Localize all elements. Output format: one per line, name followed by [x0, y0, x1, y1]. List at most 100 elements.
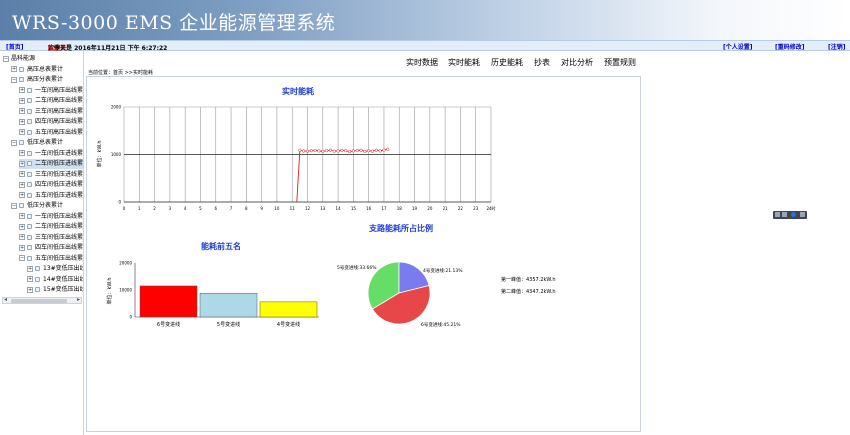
tree-item[interactable]: + 一车间高压出线累计	[19, 86, 83, 96]
tree-item[interactable]: − 低压总表累计	[11, 138, 63, 148]
tree-item[interactable]: + 四车间高压出线累计	[19, 117, 83, 127]
menu-realtime-energy[interactable]: 实时能耗	[448, 57, 480, 68]
personal-settings-link[interactable]: [个人设置]	[723, 42, 753, 51]
meter-node-icon	[27, 213, 32, 219]
menu-compare-analysis[interactable]: 对比分析	[561, 57, 593, 68]
tree-item[interactable]: − 晶科能源	[3, 54, 35, 64]
expand-icon[interactable]: +	[19, 118, 25, 125]
expand-icon[interactable]: +	[27, 276, 33, 282]
x-tick-label: 1	[138, 206, 141, 211]
tree-item[interactable]: + 一车间低压出线累计	[19, 212, 83, 222]
pie-slice-label: 5号变进线:33.66%	[337, 264, 377, 271]
x-tick-label: 7	[230, 206, 233, 211]
control-button-icon[interactable]	[800, 212, 805, 217]
tree-item-label: 三车间低压进线累计	[35, 170, 84, 178]
menu-realtime-data[interactable]: 实时数据	[406, 57, 438, 68]
tree-item[interactable]: +14#变低压出线累	[27, 275, 83, 285]
bar	[199, 292, 258, 318]
meter-node-icon	[19, 66, 24, 72]
expand-icon[interactable]: +	[27, 265, 33, 272]
tree-item[interactable]: − 五车间低压出线累计	[19, 254, 83, 264]
tree-item[interactable]: + 二车间高压出线累计	[19, 96, 83, 106]
help-icon[interactable]	[791, 212, 796, 217]
collapse-icon[interactable]: −	[19, 255, 25, 261]
meter-node-icon	[35, 276, 40, 282]
expand-icon[interactable]: +	[19, 171, 25, 177]
energy-data-point	[374, 148, 378, 152]
tree-item[interactable]: + 四车间低压进线累计	[19, 180, 84, 190]
tree-item[interactable]: + 二车间低压出线累计	[19, 222, 83, 232]
energy-data-point	[332, 149, 336, 153]
meter-node-icon	[27, 182, 32, 187]
expand-icon[interactable]: +	[19, 97, 25, 104]
tree-item[interactable]: + 高压总表累计	[11, 65, 63, 75]
tree-item[interactable]: + 二车间低压进线累计	[19, 159, 83, 169]
expand-icon[interactable]: +	[19, 244, 25, 251]
tree-item[interactable]: − 高压分表累计	[11, 75, 63, 85]
x-tick-label: 11	[290, 206, 296, 211]
expand-icon[interactable]: +	[27, 286, 33, 293]
energy-data-point	[325, 149, 329, 153]
x-tick-label: 22	[458, 206, 464, 211]
tree-item[interactable]: + 三车间低压进线累计	[19, 170, 84, 180]
collapse-icon[interactable]: −	[11, 202, 17, 209]
charts-canvas: 实时能耗0100020000 1 2 3 4 5 6 7 8 9 10 11 12 13 14 15 16 17 1…	[96, 86, 556, 328]
meter-node-icon	[19, 140, 24, 145]
energy-data-point	[370, 149, 375, 153]
line-chart-title: 实时能耗	[282, 86, 314, 96]
tree-item[interactable]: + 五车间高压出线累计	[19, 128, 83, 138]
tree-item[interactable]: + 四车间低压出线累计	[19, 243, 84, 253]
media-control-widget[interactable]	[773, 211, 807, 219]
home-link[interactable]: [首页]	[6, 42, 24, 51]
tree-item[interactable]: + 三车间高压出线累计	[19, 107, 83, 117]
tree-item[interactable]: +13#变低压出线累	[27, 264, 83, 274]
meter-node-icon	[27, 234, 32, 240]
tree-item[interactable]: + 三车间低压出线累计	[19, 233, 83, 243]
x-tick-label: 23	[473, 206, 479, 211]
energy-data-point	[378, 149, 382, 153]
tree-item-label: 15#变低压出线累	[43, 286, 83, 293]
y-tick-label: 1000	[111, 152, 122, 157]
energy-data-point	[367, 149, 371, 153]
tree-item[interactable]: + 一车间低压进线累计	[19, 149, 83, 159]
energy-data-point	[351, 149, 355, 153]
collapse-icon[interactable]: −	[11, 139, 17, 146]
tree-item[interactable]: + 五车间低压进线累计	[19, 191, 83, 201]
menu-preset-rules[interactable]: 预置规则	[604, 57, 636, 68]
expand-icon[interactable]: +	[19, 108, 25, 114]
logout-link[interactable]: [注销]	[828, 42, 846, 51]
scroll-right-icon[interactable]: ▸	[77, 296, 80, 303]
collapse-icon[interactable]: −	[11, 76, 17, 83]
expand-icon[interactable]: +	[19, 192, 25, 198]
x-tick-label: 12	[305, 206, 311, 211]
control-button-icon[interactable]	[782, 212, 787, 217]
x-tick-label: 10	[274, 206, 280, 211]
scroll-thumb[interactable]	[11, 299, 67, 303]
tree-horizontal-scrollbar[interactable]: ◂ ▸	[2, 296, 82, 304]
x-tick-label: 9	[260, 206, 263, 211]
change-password-link[interactable]: [重码修改]	[775, 42, 805, 51]
scroll-left-icon[interactable]: ◂	[4, 296, 7, 303]
expand-icon[interactable]: +	[19, 223, 25, 230]
expand-icon[interactable]: +	[19, 213, 25, 219]
expand-icon[interactable]: +	[19, 87, 25, 93]
tree-item[interactable]: − 低压分表累计	[11, 201, 63, 211]
collapse-icon[interactable]: −	[3, 55, 9, 62]
expand-icon[interactable]: +	[19, 160, 25, 167]
tree-item-label: 四车间低压出线累计	[35, 244, 84, 251]
y-tick-label: 0	[118, 200, 121, 205]
expand-icon[interactable]: +	[19, 234, 25, 240]
expand-icon[interactable]: +	[11, 66, 17, 72]
expand-icon[interactable]: +	[19, 129, 25, 135]
tree-item-label: 四车间低压进线累计	[35, 181, 84, 188]
meter-node-icon	[27, 150, 32, 156]
expand-icon[interactable]: +	[19, 181, 25, 188]
tree-item[interactable]: +15#变低压出线累	[27, 285, 83, 295]
menu-meter-reading[interactable]: 抄表	[534, 57, 550, 68]
menu-history-energy[interactable]: 历史能耗	[491, 57, 523, 68]
control-button-icon[interactable]	[775, 212, 780, 217]
meter-node-icon	[35, 266, 40, 271]
expand-icon[interactable]: +	[19, 150, 25, 156]
energy-data-point	[336, 149, 340, 153]
energy-data-point	[309, 149, 313, 153]
